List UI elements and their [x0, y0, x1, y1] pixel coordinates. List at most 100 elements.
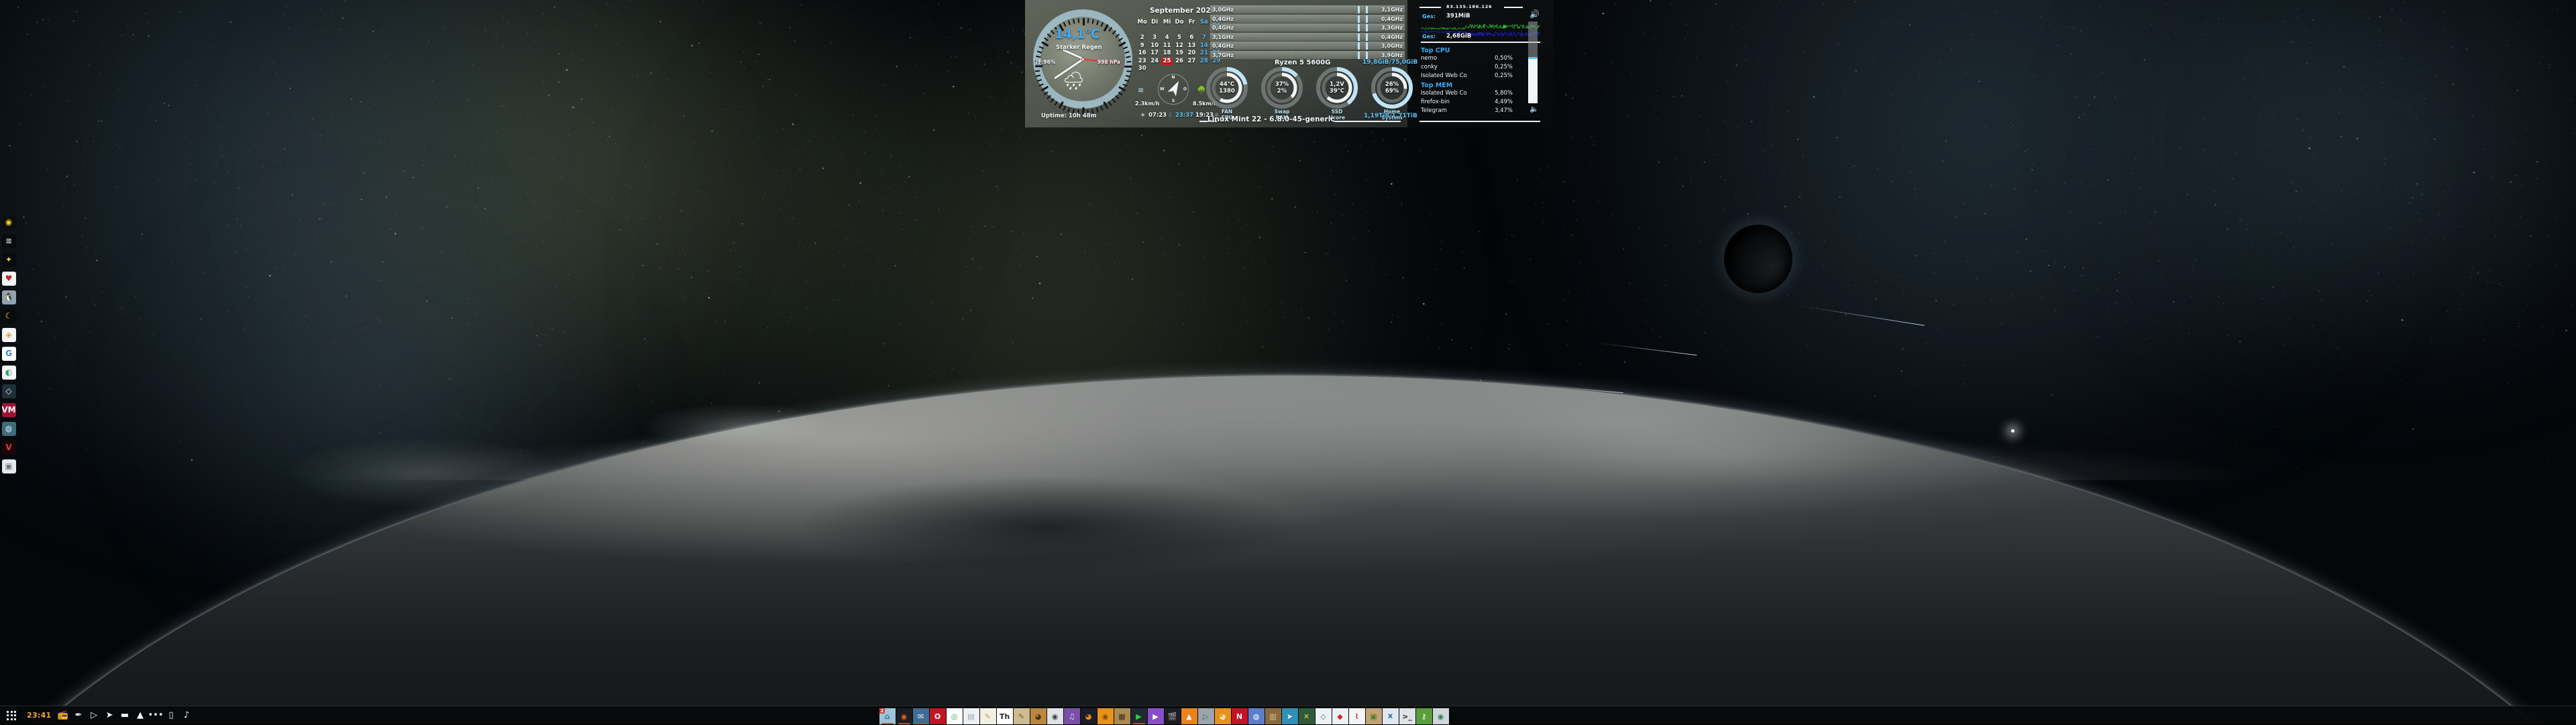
speaker-on-icon[interactable]: 🔊: [1529, 9, 1540, 19]
dock-item-diamond-app[interactable]: ◆: [1332, 708, 1348, 724]
dock-item-opera[interactable]: O: [930, 708, 946, 724]
cpu-core-bar: 0,4GHz3,0GHz: [1210, 42, 1405, 50]
calendar-day: 10: [1148, 42, 1160, 50]
dock-item-paint-brush-app[interactable]: ✎: [1014, 708, 1030, 724]
desktop-launcher-column[interactable]: ◉≋ ✦ ♥ 🐧 ☾◈ G ◐ ◇ VM◍ V▣: [0, 213, 17, 475]
dock-item-adobe-reader[interactable]: ⌇: [1349, 708, 1365, 724]
process-value: 4,49%: [1495, 99, 1513, 105]
process-value: 0,25%: [1495, 72, 1513, 79]
dock-item-thunderbird[interactable]: ✉: [913, 708, 929, 724]
application-menu-button[interactable]: [0, 706, 23, 725]
dock-item-calibre-ebooks[interactable]: ▥: [1265, 708, 1281, 724]
desktop-launcher-globe-browser[interactable]: ◍: [0, 420, 17, 437]
dock-item-system-monitor[interactable]: ⩙: [1383, 708, 1399, 724]
dock-item-ubuntu-software[interactable]: ◕: [1081, 708, 1097, 724]
dock-item-film-reel[interactable]: ▦: [1114, 708, 1130, 724]
calendar-day: 6: [1186, 34, 1197, 42]
moon-time: 23:37: [1175, 112, 1193, 119]
calendar-day: 12: [1173, 42, 1185, 50]
dock-item-telegram[interactable]: ➤: [1282, 708, 1298, 724]
mediathek-icon: ◇: [2, 384, 16, 398]
swap-ram-gauge: 37%2%SwapRAM: [1261, 67, 1303, 109]
dock-item-handbrake[interactable]: ◕: [1215, 708, 1231, 724]
dock-item-earth-globe-app[interactable]: ◉: [1433, 708, 1449, 724]
dock-item-discord[interactable]: ◍: [1248, 708, 1265, 724]
o2-telefonica-icon: ◐: [2, 366, 16, 380]
desktop-launcher-vodafone-mail[interactable]: VM: [0, 401, 17, 419]
calendar-weekday: Sa: [1198, 19, 1210, 27]
process-name: conky: [1421, 64, 1438, 70]
dock-item-text-editor[interactable]: ✎: [980, 708, 996, 724]
dock-item-archive-manager[interactable]: ▣: [1366, 708, 1382, 724]
dock-item-movie-clapper[interactable]: 🎬: [1165, 708, 1181, 724]
dock-item-world-map-app[interactable]: ✕: [1299, 708, 1315, 724]
gauge-label-top: SSD: [1316, 109, 1358, 115]
desktop-launcher-moon-phase[interactable]: ☾: [0, 307, 17, 325]
dock-item-headphones-audio[interactable]: ♫: [1064, 708, 1080, 724]
fan-cpu-gauge: 44°C1380FANCPU: [1206, 67, 1248, 109]
disk-total-label: 1,19TiB/1,71TiB: [1364, 113, 1417, 119]
radio-icon[interactable]: 📻: [56, 706, 71, 725]
calendar-day: 20: [1186, 50, 1197, 58]
dock-item-thunar-file-manager[interactable]: Th: [997, 708, 1013, 724]
compass-needle-icon: [1159, 74, 1189, 105]
dock-item-kodi-media-center[interactable]: ◇: [1316, 708, 1332, 724]
top-cpu-title: Top CPU: [1421, 47, 1450, 54]
desktop-launcher-fireworks[interactable]: ✦: [0, 251, 17, 268]
desktop-launcher-audio-waveform[interactable]: ≋: [0, 232, 17, 249]
gauge-value-top: 26%: [1385, 81, 1399, 88]
media-play-icon[interactable]: ▷: [87, 706, 102, 725]
dock-item-firefox[interactable]: ◉: [896, 708, 912, 724]
pen-tool-icon[interactable]: ✒: [71, 706, 87, 725]
calendar-day: [1198, 27, 1210, 35]
dock-item-gimp[interactable]: ◕: [1030, 708, 1046, 724]
volume-slider-thumb[interactable]: [1528, 57, 1538, 59]
gauge-value-bottom: 2%: [1277, 88, 1287, 95]
dock-item-terminal[interactable]: >_: [1399, 708, 1415, 724]
more-options-icon[interactable]: •••: [148, 706, 164, 725]
dock-item-nemo-file-manager[interactable]: ⌂2: [879, 708, 896, 724]
cpu-core-bar: 3,0GHz3,1GHz: [1210, 5, 1405, 13]
desktop-launcher-paint-bucket[interactable]: ▣: [0, 457, 17, 475]
desktop-launcher-o2-telefonica[interactable]: ◐: [0, 364, 17, 381]
dock-item-password-key-manager[interactable]: ⚷: [1416, 708, 1432, 724]
dock-item-netflix[interactable]: N: [1232, 708, 1248, 724]
dock-item-google-chrome[interactable]: ◎: [947, 708, 963, 724]
window-minimize-icon[interactable]: ▬: [117, 706, 133, 725]
calendar-day: [1136, 27, 1148, 35]
home-system-gauge: 26%69%HomeSystem: [1371, 67, 1413, 109]
telegram-send-icon[interactable]: ➤: [102, 706, 117, 725]
desktop-launcher-google[interactable]: G: [0, 345, 17, 362]
taskbar-clock[interactable]: 23:41: [23, 711, 56, 720]
application-dock[interactable]: ⌂2◉✉O◎▤✎Th✎◕◉♫◕◉▦▶▶🎬▲▷◕N◍▥➤✕◇◆⌇▣⩙>_⚷◉: [879, 706, 1449, 724]
tux-penguin-icon: 🐧: [2, 290, 16, 304]
dock-item-camera-app[interactable]: ◉: [1047, 708, 1063, 724]
chevron-up-icon[interactable]: ▲: [133, 706, 148, 725]
speaker-low-icon[interactable]: 🔈: [1529, 105, 1539, 113]
fireworks-icon: ✦: [2, 253, 16, 267]
dock-item-clementine-player[interactable]: ◉: [1097, 708, 1114, 724]
desktop-launcher-mediathek[interactable]: ◇: [0, 382, 17, 400]
net-down-value: 391MiB: [1446, 13, 1470, 19]
dock-item-smplayer[interactable]: ▷: [1198, 708, 1214, 724]
calendar-day: 16: [1136, 50, 1148, 58]
desktop-launcher-solitaire-cards[interactable]: ♥: [0, 270, 17, 287]
top-mem-title: Top MEM: [1421, 82, 1452, 89]
dock-item-video-player-purple[interactable]: ▶: [1148, 708, 1164, 724]
process-name: Telegram: [1421, 107, 1447, 114]
calendar-weekday: Mo: [1136, 19, 1148, 27]
dock-item-media-player-green[interactable]: ▶: [1131, 708, 1147, 724]
desktop-launcher-vivaldi[interactable]: V: [0, 439, 17, 456]
gauge-value-bottom: 39°C: [1330, 88, 1344, 95]
process-name: Isolated Web Co: [1421, 72, 1467, 79]
desktop-launcher-commerzbank[interactable]: ◈: [0, 326, 17, 343]
calendar-day: 5: [1173, 34, 1185, 42]
desktop-launcher-tux-penguin[interactable]: 🐧: [0, 288, 17, 306]
process-name: nemo: [1421, 55, 1437, 62]
dock-item-libreoffice-writer[interactable]: ▤: [963, 708, 979, 724]
volume-slider-track[interactable]: [1528, 21, 1538, 103]
desktop-launcher-eve-online[interactable]: ◉: [0, 213, 17, 231]
music-note-icon[interactable]: ♪: [179, 706, 195, 725]
clipboard-icon[interactable]: ▯: [164, 706, 179, 725]
dock-item-vlc-media-player[interactable]: ▲: [1181, 708, 1197, 724]
